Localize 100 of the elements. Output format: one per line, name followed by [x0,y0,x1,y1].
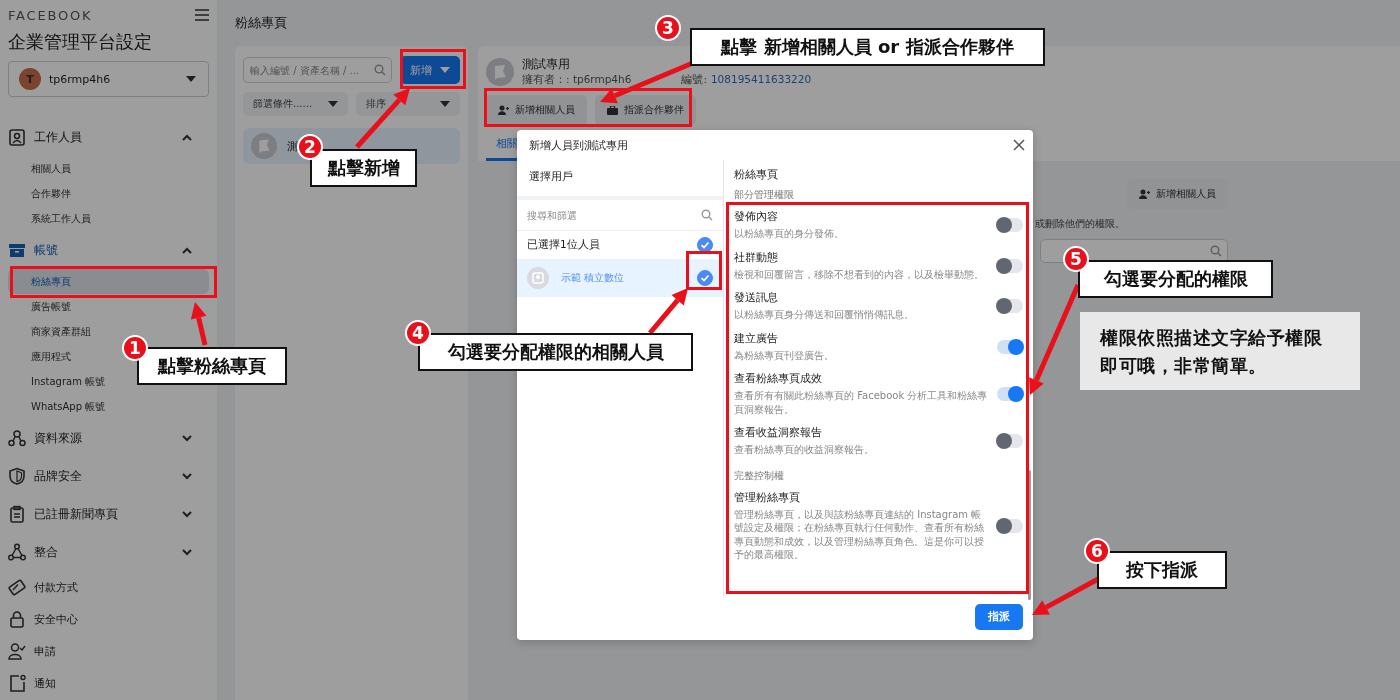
description-text: 或刪除他們的權限。 [1035,217,1125,231]
toggle-switch[interactable] [997,339,1023,354]
briefcase-icon [607,105,618,115]
permission-description: 查看所有有關此粉絲專頁的 Facebook 分析工具和粉絲專頁洞察報告。 [734,389,989,416]
sidebar-link[interactable]: 付款方式 [8,571,209,603]
search-field[interactable]: 輸入編號 / 資產名稱 / ... [243,57,392,83]
toggle-switch[interactable] [997,218,1023,233]
sidebar-section[interactable]: 工作人員 [8,118,209,156]
permission-description: 以粉絲專頁身分傳送和回覆悄悄傳訊息。 [734,308,915,322]
permission-title: 管理粉絲專頁 [734,490,801,505]
person-check-icon [8,642,26,660]
permission-title: 社群動態 [734,250,779,265]
flag-avatar-icon [251,133,277,159]
credit-card-icon [8,578,26,596]
note-icon [8,674,26,692]
arrow [355,88,410,149]
sidebar-link[interactable]: 通知 [8,667,209,699]
sidebar-link[interactable]: 安全中心 [8,603,209,635]
add-people-button[interactable]: 新增相關人員 [1127,179,1228,209]
toggle-switch[interactable] [997,519,1023,533]
scrollbar[interactable] [1028,470,1031,600]
id-label: 編號: [681,73,707,87]
caret-icon [186,76,196,82]
flag-avatar-icon [486,57,514,86]
caret-icon [327,101,338,107]
search-icon [374,64,386,76]
sidebar-item[interactable]: 相關人員 [8,156,77,181]
sidebar-item[interactable]: 粉絲專頁 [8,269,209,294]
toggle-switch[interactable] [997,387,1023,401]
sidebar-item[interactable]: 合作夥伴 [8,181,77,206]
connected-nodes-icon [8,429,26,447]
search-icon [1210,245,1222,257]
checked-circle-icon[interactable] [697,237,713,253]
highlight-frame [686,251,722,290]
search-icon [701,209,713,221]
checked-circle-icon[interactable] [697,270,713,286]
avatar-icon [527,267,549,289]
sidebar-item[interactable]: 廣告帳號 [8,294,77,319]
sidebar-section[interactable]: 整合 [8,533,209,571]
sidebar-link[interactable]: 申請 [8,635,209,667]
toggle-switch[interactable] [997,299,1023,314]
page-name: 測試專用 [522,56,571,73]
person-card-icon [8,128,26,146]
add-button[interactable]: 新增 [400,56,460,84]
menu-icon[interactable] [195,9,209,21]
person-add-icon [1139,189,1150,199]
toggle-switch[interactable] [997,258,1023,273]
account-dropdown[interactable]: T tp6rmp4h6 [8,61,209,97]
account-name: tp6rmp4h6 [49,72,112,86]
permission-title: 查看收益洞察報告 [734,426,823,440]
sidebar-item[interactable]: 系統工作人員 [8,206,97,231]
permission-description: 查看粉絲專頁的收益洞察報告。 [734,443,875,457]
app-title: 企業管理平台設定 [8,30,152,54]
close-icon[interactable] [1013,139,1025,151]
selection-count: 已選擇1位人員 [527,238,600,252]
sort-dropdown[interactable]: 排序 [355,92,460,116]
dialog-title: 新增人員到測試專用 [529,137,628,153]
callout-label: 點擊 新增相關人員 or 指派合作夥伴 [690,28,1045,66]
permission-title: 發佈內容 [734,210,779,224]
sidebar-section[interactable]: 資料來源 [8,419,209,457]
permission-description: 管理粉絲專頁，以及與該粉絲專頁連結的 Instagram 帳號設定及權限；在粉絲專頁執行任何動作、查看所有粉絲專頁動態和成效，以及管理粉絲專頁角色。這是你可以授予的最高權限。 [734,507,985,562]
permission-title: 查看粉絲專頁成效 [734,372,823,386]
group-heading: 部分管理權限 [734,188,795,202]
triangle-nodes-icon [8,543,26,561]
sidebar-item[interactable]: WhatsApp 帳號 [8,394,112,419]
section-heading: 選擇用戶 [529,170,573,182]
archive-box-icon [8,241,26,259]
permission-description: 檢視和回覆留言，移除不想看到的內容，以及檢舉動態。 [734,267,985,281]
toggle-switch[interactable] [997,434,1023,449]
highlight-frame [400,49,466,89]
brand-logo: FACEBOOK [8,7,93,23]
group-heading: 完整控制權 [734,468,785,483]
sidebar-section[interactable]: 帳號 [8,231,209,269]
clipboard-icon [8,505,26,523]
sidebar-section[interactable]: 已註冊新聞專頁 [8,495,209,533]
sidebar-section[interactable]: 品牌安全 [8,457,209,495]
permission-description: 為粉絲專頁刊登廣告。 [734,348,835,362]
permission-description: 以粉絲專頁的身分發佈。 [734,227,845,241]
page-id: 108195411633220 [710,73,812,87]
assign-button[interactable]: 指派 [975,604,1023,630]
sidebar-item[interactable]: 商家資產群組 [8,319,97,344]
arrow [190,302,208,346]
asset-heading: 粉絲專頁 [734,168,779,182]
filter-dropdown[interactable]: 篩選條件...... [243,92,348,116]
lock-icon [8,610,26,628]
add-people-button[interactable]: 新增相關人員 [486,95,587,125]
sidebar-item[interactable]: 應用程式 [8,344,77,369]
permission-title: 發送訊息 [734,291,779,305]
page-title: 粉絲專頁 [235,14,287,32]
caret-icon [440,101,450,107]
note-text: 權限依照描述文字給予權限即可哦，非常簡單。 [1080,312,1360,390]
permission-title: 建立廣告 [734,331,779,346]
owner-text: 擁有者：: tp6rmp4h6 [522,73,632,87]
sidebar-item[interactable]: Instagram 帳號 [8,369,112,394]
shield-icon [8,467,26,485]
arrow [648,288,688,335]
avatar: T [19,68,41,90]
caret-icon [440,67,450,73]
person-add-icon [498,105,509,115]
assign-partner-button[interactable]: 指派合作夥伴 [595,95,696,125]
